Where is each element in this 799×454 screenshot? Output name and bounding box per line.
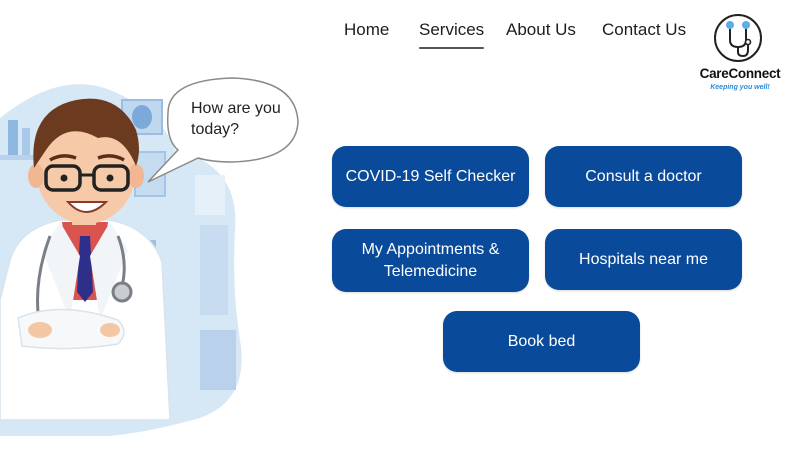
nav-about-us[interactable]: About Us [506,18,576,42]
stethoscope-icon [726,21,752,58]
appointments-telemedicine-button[interactable]: My Appointments & Telemedicine [332,229,529,292]
covid-self-checker-button[interactable]: COVID-19 Self Checker [332,146,529,207]
consult-doctor-button[interactable]: Consult a doctor [545,146,742,207]
appointments-label-line1: My Appointments & [361,240,500,258]
logo-tagline: Keeping you well! [710,84,770,91]
book-bed-button[interactable]: Book bed [443,311,640,372]
careconnect-logo[interactable]: CareConnect Keeping you well! [688,12,796,98]
speech-bubble-text: How are you today? [191,100,281,138]
appointments-label-line2: Telemedicine [383,262,478,280]
hospitals-near-me-button[interactable]: Hospitals near me [545,229,742,290]
nav-home[interactable]: Home [344,18,389,42]
main-nav: Home Services About Us Contact Us [332,18,702,49]
logo-circle [714,14,762,62]
nav-contact-us[interactable]: Contact Us [602,18,686,42]
logo-name: CareConnect [699,66,781,81]
nav-services[interactable]: Services [419,18,485,49]
